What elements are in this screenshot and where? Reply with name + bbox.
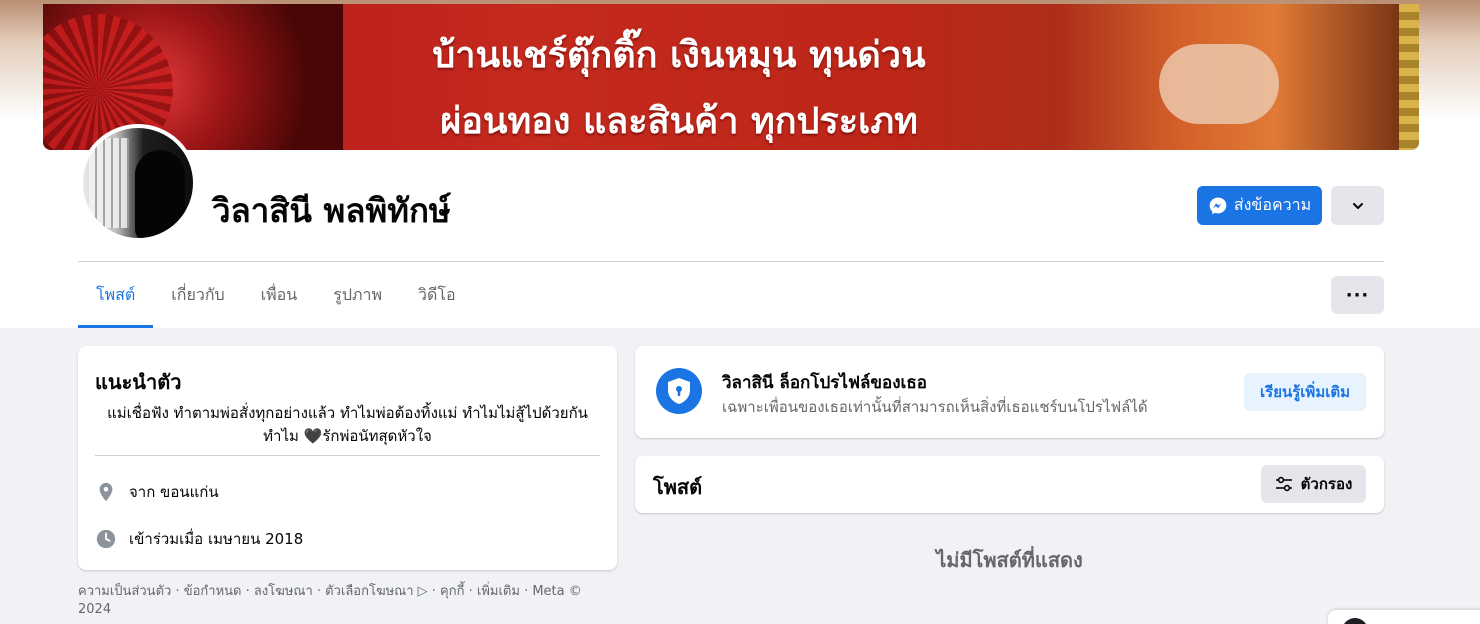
filter-button[interactable]: ตัวกรอง <box>1261 465 1366 503</box>
send-message-button[interactable]: ส่งข้อความ <box>1197 186 1322 225</box>
profile-name: วิลาสินี พลพิทักษ์ <box>212 191 451 230</box>
chevron-down-icon <box>1352 202 1363 209</box>
posts-header-card: โพสต์ ตัวกรอง <box>635 456 1384 513</box>
avatar[interactable] <box>79 124 197 242</box>
intro-divider <box>95 455 600 456</box>
location-pin-icon <box>99 482 113 502</box>
tab-videos[interactable]: วิดีโอ <box>400 262 474 328</box>
filter-sliders-icon <box>1275 476 1292 492</box>
empty-posts-message: ไม่มีโพสต์ที่แสดง <box>936 548 1083 572</box>
locked-subtitle: เฉพาะเพื่อนของเธอเท่านั้นที่สามารถเห็นสิ… <box>722 398 1148 416</box>
avatar-silhouette <box>135 150 185 238</box>
info-hometown: จาก ขอนแก่น <box>95 480 219 504</box>
clock-icon <box>96 529 116 549</box>
tab-photos[interactable]: รูปภาพ <box>315 262 400 328</box>
locked-title: วิลาสินี ล็อกโปรไฟล์ของเธอ <box>722 373 927 393</box>
profile-header: บ้านแชร์ตุ๊กติ๊ก เงินหมุน ทุนด่วน ผ่อนทอ… <box>0 0 1480 328</box>
cover-photo[interactable]: บ้านแชร์ตุ๊กติ๊ก เงินหมุน ทุนด่วน ผ่อนทอ… <box>43 4 1419 150</box>
locked-profile-card: วิลาสินี ล็อกโปรไฟล์ของเธอ เฉพาะเพื่อนขอ… <box>635 346 1384 438</box>
joined-text: เข้าร่วมเมื่อ เมษายน 2018 <box>129 530 304 548</box>
shield-lock-icon <box>656 368 702 414</box>
filter-label: ตัวกรอง <box>1300 475 1353 493</box>
avatar-window <box>89 138 129 228</box>
tab-posts[interactable]: โพสต์ <box>78 262 154 328</box>
footer-links[interactable]: ความเป็นส่วนตัว · ข้อกำหนด · ลงโฆษณา · ต… <box>78 583 618 619</box>
chat-popup-stub[interactable] <box>1328 610 1480 624</box>
tab-friends[interactable]: เพื่อน <box>243 262 316 328</box>
info-joined: เข้าร่วมเมื่อ เมษายน 2018 <box>95 527 303 551</box>
hometown-text: จาก ขอนแก่น <box>129 483 219 501</box>
cover-text-line-1: บ้านแชร์ตุ๊กติ๊ก เงินหมุน ทุนด่วน <box>432 35 926 76</box>
intro-card: แนะนำตัว แม่เชื่อฟัง ทำตามพ่อสั่งทุกอย่า… <box>78 346 617 570</box>
posts-title: โพสต์ <box>653 475 703 499</box>
intro-title: แนะนำตัว <box>95 370 182 394</box>
intro-bio: แม่เชื่อฟัง ทำตามพ่อสั่งทุกอย่างแล้ว ทำไ… <box>107 404 588 445</box>
profile-options-button[interactable] <box>1331 186 1384 225</box>
chat-avatar <box>1342 618 1368 624</box>
send-message-label: ส่งข้อความ <box>1233 195 1312 214</box>
tab-about[interactable]: เกี่ยวกับ <box>153 262 242 328</box>
cover-text-line-2: ผ่อนทอง และสินค้า ทุกประเภท <box>440 101 918 142</box>
profile-tabs: โพสต์ เกี่ยวกับ เพื่อน รูปภาพ วิดีโอ <box>78 262 474 328</box>
tabs-more-button[interactable]: ··· <box>1331 276 1384 314</box>
learn-more-button[interactable]: เรียนรู้เพิ่มเติม <box>1244 373 1366 411</box>
messenger-icon <box>1209 197 1227 214</box>
cover-gold-border <box>1399 4 1419 150</box>
